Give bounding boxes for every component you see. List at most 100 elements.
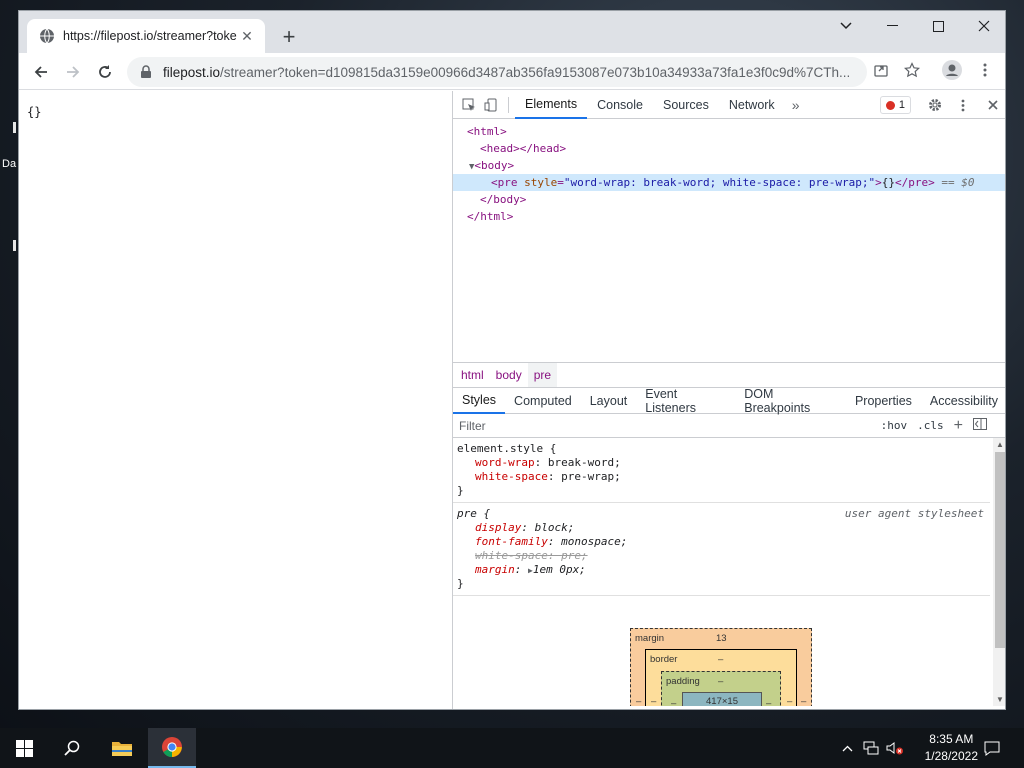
style-property[interactable]: font-family: monospace; bbox=[457, 535, 990, 549]
desktop-icon-fragment[interactable] bbox=[13, 240, 16, 251]
back-button[interactable] bbox=[27, 58, 55, 86]
margin-left-value: – bbox=[636, 696, 642, 706]
box-model-border[interactable]: border – – – padding – – – 417×15 bbox=[645, 649, 797, 706]
style-property[interactable]: white-space: pre-wrap; bbox=[457, 470, 990, 484]
style-property[interactable]: word-wrap: break-word; bbox=[457, 456, 990, 470]
dom-node-body-close[interactable]: </body> bbox=[453, 191, 1005, 208]
dom-node-html[interactable]: <html> bbox=[453, 123, 1005, 140]
body-close-tag: </body> bbox=[480, 193, 527, 206]
start-button[interactable] bbox=[0, 728, 48, 768]
dom-node-pre-selected[interactable]: <pre style="word-wrap: break-word; white… bbox=[453, 174, 1005, 191]
tab-search-icon[interactable] bbox=[823, 11, 869, 41]
styles-subtab-bar: Styles Computed Layout Event Listeners D… bbox=[453, 387, 1005, 415]
scroll-down-arrow-icon[interactable]: ▼ bbox=[996, 695, 1004, 704]
tab-console[interactable]: Console bbox=[587, 91, 653, 119]
title-bar: https://filepost.io/streamer?toke ✕ + bbox=[19, 11, 1005, 53]
more-tabs-chevron-icon[interactable]: » bbox=[785, 94, 807, 116]
chrome-taskbar-icon[interactable] bbox=[148, 728, 196, 768]
url-text: filepost.io/streamer?token=d109815da3159… bbox=[163, 65, 867, 80]
search-icon[interactable] bbox=[48, 728, 96, 768]
rule-selector[interactable]: element.style { bbox=[457, 442, 990, 456]
dom-node-body[interactable]: ▼<body> bbox=[453, 157, 1005, 174]
tab-sources[interactable]: Sources bbox=[653, 91, 719, 119]
browser-window: https://filepost.io/streamer?toke ✕ + fi… bbox=[18, 10, 1006, 710]
globe-icon bbox=[40, 28, 54, 44]
breadcrumb-body[interactable]: body bbox=[490, 363, 528, 387]
style-property[interactable]: margin: ▶1em 0px; bbox=[457, 563, 990, 577]
hov-toggle[interactable]: :hov bbox=[881, 419, 908, 432]
toggle-sidebar-icon[interactable] bbox=[973, 418, 987, 433]
inspect-element-icon[interactable] bbox=[458, 94, 480, 116]
address-bar[interactable]: filepost.io/streamer?token=d109815da3159… bbox=[127, 57, 867, 87]
dom-node-head[interactable]: <head></head> bbox=[453, 140, 1005, 157]
chrome-menu-icon[interactable] bbox=[973, 58, 997, 82]
pre-attr-value: "word-wrap: break-word; white-space: pre… bbox=[563, 176, 876, 189]
browser-tab[interactable]: https://filepost.io/streamer?toke ✕ bbox=[27, 19, 265, 53]
tab-styles[interactable]: Styles bbox=[453, 388, 506, 414]
bookmark-star-icon[interactable] bbox=[900, 58, 924, 82]
styles-filter-row: Filter :hov .cls + bbox=[453, 414, 1005, 438]
property-name: word-wrap bbox=[475, 456, 535, 469]
border-left-value: – bbox=[651, 696, 657, 706]
volume-muted-icon[interactable] bbox=[884, 728, 906, 768]
device-toolbar-icon[interactable] bbox=[480, 94, 502, 116]
styles-pane: element.style { word-wrap: break-word; w… bbox=[453, 438, 1005, 706]
maximize-button[interactable] bbox=[915, 11, 961, 41]
page-content: {} bbox=[27, 105, 42, 119]
browser-toolbar: filepost.io/streamer?token=d109815da3159… bbox=[19, 53, 1005, 90]
notifications-icon[interactable] bbox=[980, 728, 1004, 768]
box-model-margin[interactable]: margin 13 – – border – – – padding – – –… bbox=[630, 628, 812, 706]
settings-gear-icon[interactable] bbox=[924, 94, 946, 116]
property-value: pre-wrap; bbox=[561, 470, 621, 483]
breadcrumb-html[interactable]: html bbox=[455, 363, 490, 387]
tab-properties[interactable]: Properties bbox=[846, 388, 921, 414]
rule-close: } bbox=[457, 577, 464, 590]
property-value: 1em 0px; bbox=[532, 563, 586, 576]
error-icon bbox=[885, 100, 895, 110]
pre-close-tag: </pre> bbox=[895, 176, 935, 189]
minimize-button[interactable] bbox=[869, 11, 915, 41]
breadcrumb-pre[interactable]: pre bbox=[527, 363, 558, 387]
desktop-icon-fragment[interactable] bbox=[13, 122, 16, 133]
dom-node-html-close[interactable]: </html> bbox=[453, 208, 1005, 225]
close-devtools-icon[interactable] bbox=[982, 94, 1004, 116]
pre-ua-rule: pre { user agent stylesheet display: blo… bbox=[453, 503, 990, 596]
tab-accessibility[interactable]: Accessibility bbox=[921, 388, 1005, 414]
file-explorer-icon[interactable] bbox=[98, 728, 146, 768]
scroll-up-arrow-icon[interactable]: ▲ bbox=[996, 440, 1004, 449]
network-icon[interactable] bbox=[861, 728, 881, 768]
cls-toggle[interactable]: .cls bbox=[917, 419, 944, 432]
tab-computed[interactable]: Computed bbox=[505, 388, 581, 414]
tab-elements[interactable]: Elements bbox=[515, 91, 588, 119]
overridden-style-property[interactable]: white-space: pre; bbox=[457, 549, 990, 563]
tab-event-listeners[interactable]: Event Listeners bbox=[636, 387, 735, 415]
tab-layout[interactable]: Layout bbox=[581, 388, 637, 414]
pre-attr-name: style bbox=[524, 176, 558, 189]
box-model-content[interactable]: 417×15 bbox=[682, 692, 762, 706]
new-tab-button[interactable]: + bbox=[277, 24, 301, 49]
clock-time: 8:35 AM bbox=[929, 732, 974, 746]
style-property[interactable]: display: block; bbox=[457, 521, 990, 535]
styles-scrollbar[interactable]: ▲ ▼ bbox=[993, 438, 1005, 706]
reload-button[interactable] bbox=[91, 58, 119, 86]
devtools-tab-bar: Elements Console Sources Network » 1 bbox=[453, 91, 1005, 119]
tab-close-icon[interactable]: ✕ bbox=[239, 28, 255, 44]
breadcrumb: html body pre bbox=[453, 362, 1005, 388]
clock-date: 1/28/2022 bbox=[924, 749, 978, 763]
taskbar-clock[interactable]: 8:35 AM 1/28/2022 bbox=[925, 731, 978, 765]
error-count-badge[interactable]: 1 bbox=[879, 96, 911, 114]
box-model-padding[interactable]: padding – – – 417×15 bbox=[661, 671, 781, 706]
close-window-button[interactable] bbox=[961, 11, 1005, 41]
lock-icon[interactable] bbox=[139, 65, 153, 79]
profile-avatar[interactable] bbox=[940, 58, 964, 82]
scrollbar-thumb[interactable] bbox=[995, 452, 1005, 648]
show-hidden-icons-chevron-icon[interactable] bbox=[838, 728, 856, 768]
share-icon[interactable] bbox=[869, 58, 893, 82]
property-name: white-space bbox=[475, 470, 548, 483]
forward-button[interactable] bbox=[59, 58, 87, 86]
new-style-rule-icon[interactable]: + bbox=[954, 417, 963, 435]
devtools-menu-icon[interactable] bbox=[952, 94, 974, 116]
styles-filter-input[interactable]: Filter bbox=[459, 419, 881, 433]
tab-network[interactable]: Network bbox=[719, 91, 785, 119]
tab-dom-breakpoints[interactable]: DOM Breakpoints bbox=[735, 387, 846, 415]
